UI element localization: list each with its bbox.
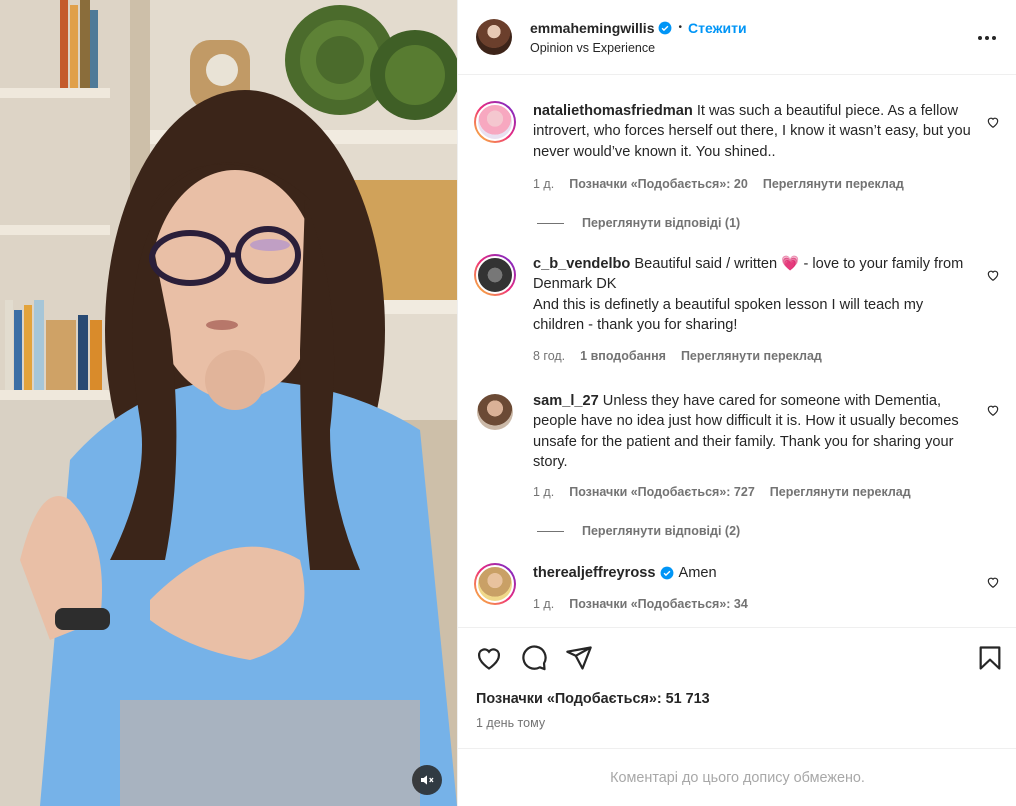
comments-list[interactable]: nataliethomasfriedman It was such a beau… <box>458 75 1016 627</box>
comment-like-icon[interactable] <box>986 115 1000 129</box>
comment-likes[interactable]: 1 вподобання <box>580 349 666 363</box>
commenter-avatar[interactable] <box>474 254 516 296</box>
comment-text: nataliethomasfriedman It was such a beau… <box>533 101 973 162</box>
more-options-icon <box>978 36 996 40</box>
verified-badge-icon <box>660 566 673 580</box>
comment-icon[interactable] <box>520 644 548 672</box>
author-username[interactable]: emmahemingwillis <box>530 20 654 36</box>
heart-emoji: 💗 <box>781 256 800 272</box>
view-replies-label: Переглянути відповіді (2) <box>582 524 741 538</box>
translate-link[interactable]: Переглянути переклад <box>770 485 911 499</box>
view-replies-button[interactable]: Переглянути відповіді (2) <box>537 524 740 538</box>
verified-badge-icon <box>659 21 672 34</box>
author-line: emmahemingwillis • Стежити <box>530 20 747 36</box>
commenter-username[interactable]: sam_l_27 <box>533 393 599 409</box>
post-timestamp[interactable]: 1 день тому <box>476 716 545 730</box>
commenter-username[interactable]: therealjeffreyross <box>533 563 656 583</box>
commenter-avatar[interactable] <box>474 391 516 433</box>
comment-meta: 1 д. Позначки «Подобається»: 727 Перегля… <box>533 485 926 499</box>
comment-time[interactable]: 1 д. <box>533 597 554 611</box>
author-avatar[interactable] <box>476 19 512 55</box>
replies-line <box>537 222 564 224</box>
video-frame <box>0 0 457 806</box>
bookmark-icon[interactable] <box>976 644 1004 672</box>
commenter-username[interactable]: c_b_vendelbo <box>533 256 630 272</box>
comment-time[interactable]: 1 д. <box>533 485 554 499</box>
comment-time[interactable]: 1 д. <box>533 177 554 191</box>
post-media[interactable] <box>0 0 457 806</box>
comment-like-icon[interactable] <box>986 403 1000 417</box>
comment-text: c_b_vendelbo Beautiful said / written 💗 … <box>533 254 973 336</box>
translate-link[interactable]: Переглянути переклад <box>681 349 822 363</box>
comment-text: therealjeffreyross Amen <box>533 563 973 583</box>
comment-meta: 1 д. Позначки «Подобається»: 34 <box>533 597 763 611</box>
post-header: emmahemingwillis • Стежити Opinion vs Ex… <box>458 0 1016 75</box>
commenter-avatar[interactable] <box>474 101 516 143</box>
comment-time[interactable]: 8 год. <box>533 349 565 363</box>
comment-meta: 1 д. Позначки «Подобається»: 20 Переглян… <box>533 177 919 191</box>
mute-toggle-button[interactable] <box>412 765 442 795</box>
author-info: emmahemingwillis • Стежити Opinion vs Ex… <box>530 20 747 55</box>
separator-dot: • <box>678 22 682 33</box>
comment-content: Amen <box>678 565 717 581</box>
muted-speaker-icon <box>421 775 434 785</box>
more-options-button[interactable] <box>975 26 999 50</box>
replies-line <box>537 530 564 532</box>
comment-content: And this is definetly a beautiful spoken… <box>533 296 924 334</box>
comment-like-icon[interactable] <box>986 268 1000 282</box>
comment-content: Beautiful said / written <box>634 256 778 272</box>
share-icon[interactable] <box>565 644 593 672</box>
comment-likes[interactable]: Позначки «Подобається»: 727 <box>569 485 755 499</box>
heart-icon[interactable] <box>475 644 503 672</box>
comment-likes[interactable]: Позначки «Подобається»: 20 <box>569 177 748 191</box>
comment-text: sam_l_27 Unless they have cared for some… <box>533 391 973 473</box>
post-subtitle[interactable]: Opinion vs Experience <box>530 41 747 55</box>
likes-count[interactable]: Позначки «Подобається»: 51 713 <box>476 691 710 707</box>
follow-button[interactable]: Стежити <box>688 20 747 36</box>
translate-link[interactable]: Переглянути переклад <box>763 177 904 191</box>
commenter-avatar[interactable] <box>474 563 516 605</box>
commenter-username[interactable]: nataliethomasfriedman <box>533 103 693 119</box>
view-replies-label: Переглянути відповіді (1) <box>582 216 741 230</box>
comment-likes[interactable]: Позначки «Подобається»: 34 <box>569 597 748 611</box>
comment-meta: 8 год. 1 вподобання Переглянути переклад <box>533 349 837 363</box>
comments-limited-notice: Коментарі до цього допису обмежено. <box>458 748 1016 806</box>
view-replies-button[interactable]: Переглянути відповіді (1) <box>537 216 740 230</box>
comment-like-icon[interactable] <box>986 575 1000 589</box>
post-actions: Позначки «Подобається»: 51 713 1 день то… <box>458 627 1016 748</box>
comments-limited-text: Коментарі до цього допису обмежено. <box>610 769 865 786</box>
post-details-panel: emmahemingwillis • Стежити Opinion vs Ex… <box>457 0 1016 806</box>
